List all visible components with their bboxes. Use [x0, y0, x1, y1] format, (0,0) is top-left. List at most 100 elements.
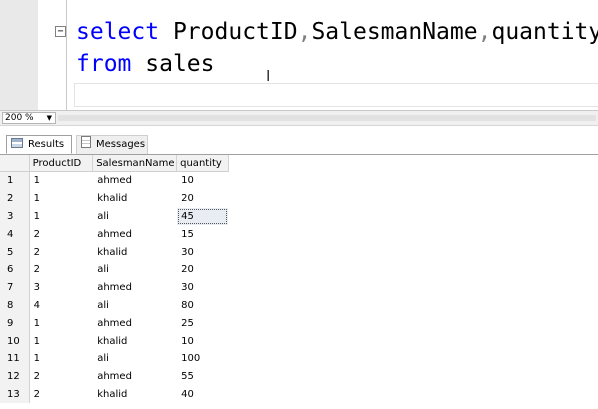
row-filler	[228, 243, 598, 261]
row-filler	[228, 367, 598, 386]
comma: ,	[477, 19, 492, 45]
column-header[interactable]: SalesmanName	[92, 155, 178, 172]
row-filler	[228, 278, 598, 297]
results-table: ProductID SalesmanName quantity 1 1 ahmed 1…	[0, 155, 598, 404]
chevron-down-icon[interactable]: ▼	[47, 113, 52, 123]
table-name: sales	[145, 51, 215, 77]
row-number[interactable]: 11	[0, 349, 30, 368]
table-cell[interactable]: 20	[176, 189, 229, 208]
column-header[interactable]: quantity	[176, 155, 229, 172]
table-row[interactable]: 12 2 ahmed 55	[0, 367, 598, 386]
table-cell[interactable]: 55	[176, 367, 229, 386]
table-row[interactable]: 4 2 ahmed 15	[0, 225, 598, 244]
header-row: ProductID SalesmanName quantity	[0, 155, 598, 172]
table-cell[interactable]: 80	[176, 296, 229, 315]
table-cell[interactable]: ahmed	[92, 225, 178, 244]
zoom-dropdown[interactable]: 200 % ▼	[2, 112, 56, 124]
row-number[interactable]: 9	[0, 314, 30, 333]
selected-cell[interactable]: 45	[176, 207, 229, 226]
table-row[interactable]: 3 1 ali 45	[0, 207, 598, 226]
grid-icon	[11, 138, 23, 148]
table-cell[interactable]: 30	[176, 243, 229, 261]
table-cell[interactable]: 2	[29, 260, 94, 279]
row-number[interactable]: 4	[0, 225, 30, 244]
table-row[interactable]: 2 1 khalid 20	[0, 189, 598, 208]
table-row[interactable]: 9 1 ahmed 25	[0, 314, 598, 333]
query-editor[interactable]: − select ProductID,SalesmanName,quantity…	[0, 0, 598, 110]
zoom-value: 200 %	[5, 113, 34, 123]
column-header[interactable]: ProductID	[29, 155, 94, 172]
column-salesmanname: SalesmanName	[311, 19, 478, 45]
keyword-from: from	[76, 51, 132, 77]
table-cell[interactable]: 4	[29, 296, 94, 315]
table-cell[interactable]: 2	[29, 367, 94, 386]
tab-messages[interactable]: Messages	[76, 135, 148, 154]
row-filler	[228, 349, 598, 368]
tab-results[interactable]: Results	[6, 135, 72, 154]
table-row[interactable]: 11 1 ali 100	[0, 349, 598, 368]
row-number[interactable]: 13	[0, 385, 30, 404]
table-row[interactable]: 1 1 ahmed 10	[0, 171, 598, 190]
table-cell[interactable]: 1	[29, 189, 94, 208]
table-cell[interactable]: 1	[29, 171, 94, 190]
results-grid[interactable]: ProductID SalesmanName quantity 1 1 ahmed 1…	[0, 155, 598, 409]
table-cell[interactable]: 1	[29, 314, 94, 333]
table-cell[interactable]: ahmed	[92, 278, 178, 297]
current-line-highlight[interactable]	[74, 83, 598, 107]
sql-code[interactable]: select ProductID,SalesmanName,quantity f…	[76, 16, 598, 80]
row-filler	[228, 260, 598, 279]
table-cell[interactable]: 40	[176, 385, 229, 404]
table-cell[interactable]: ali	[92, 207, 178, 226]
table-row[interactable]: 7 3 ahmed 30	[0, 278, 598, 297]
table-cell[interactable]: ali	[92, 260, 178, 279]
table-cell[interactable]: 100	[176, 349, 229, 368]
row-number[interactable]: 5	[0, 243, 30, 261]
table-cell[interactable]: 10	[176, 171, 229, 190]
row-number[interactable]: 7	[0, 278, 30, 297]
row-filler	[228, 385, 598, 404]
table-cell[interactable]: khalid	[92, 385, 178, 404]
table-cell[interactable]: 2	[29, 385, 94, 404]
row-filler	[228, 296, 598, 315]
row-number[interactable]: 2	[0, 189, 30, 208]
tab-results-label: Results	[28, 139, 65, 150]
table-cell[interactable]: ahmed	[92, 314, 178, 333]
table-cell[interactable]: 2	[29, 225, 94, 244]
table-cell[interactable]: ali	[92, 296, 178, 315]
table-cell[interactable]: 1	[29, 349, 94, 368]
editor-status-bar: 200 % ▼	[0, 110, 598, 126]
table-cell[interactable]: 10	[176, 332, 229, 350]
table-cell[interactable]: 30	[176, 278, 229, 297]
table-cell[interactable]: ahmed	[92, 367, 178, 386]
table-cell[interactable]: khalid	[92, 332, 178, 350]
table-row[interactable]: 6 2 ali 20	[0, 260, 598, 279]
table-cell[interactable]: 1	[29, 207, 94, 226]
table-cell[interactable]: 1	[29, 332, 94, 350]
table-cell[interactable]: ahmed	[92, 171, 178, 190]
table-row[interactable]: 10 1 khalid 10	[0, 332, 598, 350]
collapse-icon[interactable]: −	[55, 26, 66, 37]
table-cell[interactable]: 3	[29, 278, 94, 297]
table-cell[interactable]: 20	[176, 260, 229, 279]
keyword-select: select	[76, 19, 160, 45]
table-cell[interactable]: 15	[176, 225, 229, 244]
row-filler	[228, 171, 598, 190]
table-cell[interactable]: 25	[176, 314, 229, 333]
row-number[interactable]: 6	[0, 260, 30, 279]
table-cell[interactable]: 2	[29, 243, 94, 261]
row-filler	[228, 225, 598, 244]
table-row[interactable]: 8 4 ali 80	[0, 296, 598, 315]
column-productid: ProductID	[172, 19, 298, 45]
row-number[interactable]: 1	[0, 171, 30, 190]
table-row[interactable]: 5 2 khalid 30	[0, 243, 598, 261]
table-cell[interactable]: khalid	[92, 243, 178, 261]
row-number[interactable]: 12	[0, 367, 30, 386]
horizontal-scrollbar[interactable]	[58, 115, 596, 121]
row-number[interactable]: 3	[0, 207, 30, 226]
table-cell[interactable]: khalid	[92, 189, 178, 208]
row-number[interactable]: 8	[0, 296, 30, 315]
row-number[interactable]: 10	[0, 332, 30, 350]
table-row[interactable]: 13 2 khalid 40	[0, 385, 598, 404]
row-number-header[interactable]	[0, 155, 30, 172]
table-cell[interactable]: ali	[92, 349, 178, 368]
